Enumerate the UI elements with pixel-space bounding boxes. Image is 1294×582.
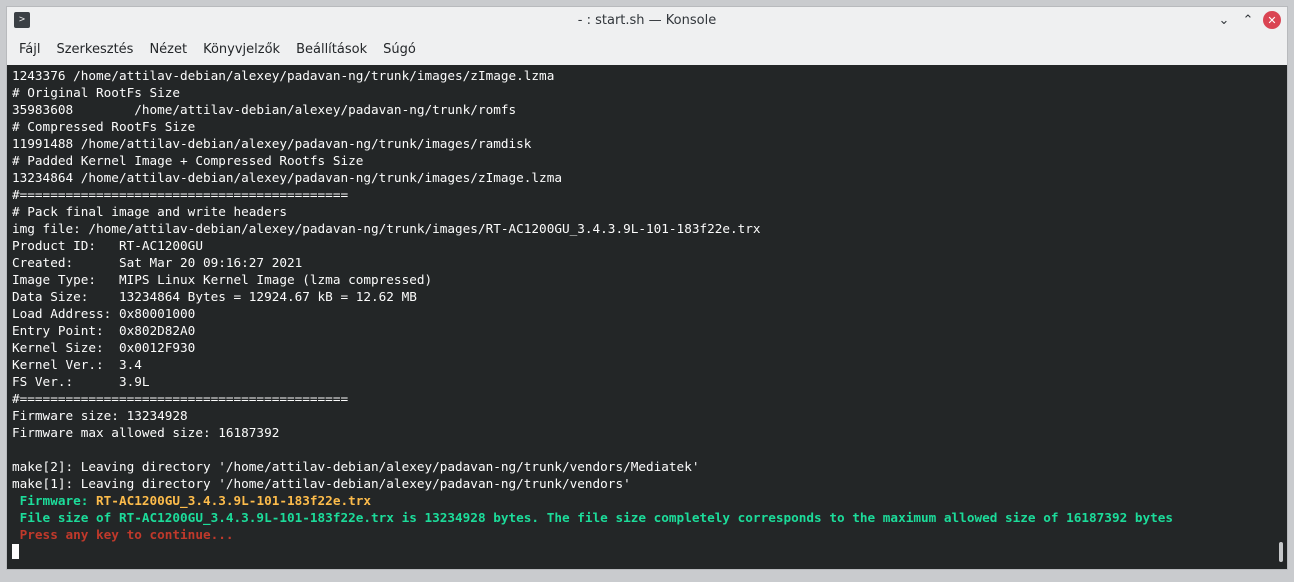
terminal-line: 1243376 /home/attilav-debian/alexey/pada… bbox=[12, 68, 555, 83]
terminal-line: FS Ver.: 3.9L bbox=[12, 374, 150, 389]
chevron-up-icon: ⌃ bbox=[1242, 12, 1254, 28]
terminal-output[interactable]: 1243376 /home/attilav-debian/alexey/pada… bbox=[7, 65, 1287, 569]
close-icon: ✕ bbox=[1267, 13, 1277, 27]
menu-settings[interactable]: Beállítások bbox=[288, 35, 375, 65]
terminal-line: make[2]: Leaving directory '/home/attila… bbox=[12, 459, 700, 474]
close-button[interactable]: ✕ bbox=[1263, 11, 1281, 29]
terminal-line: Entry Point: 0x802D82A0 bbox=[12, 323, 196, 338]
terminal-line: #=======================================… bbox=[12, 391, 349, 406]
terminal-line: # Padded Kernel Image + Compressed Rootf… bbox=[12, 153, 364, 168]
terminal-line: #=======================================… bbox=[12, 187, 349, 202]
menu-bar: Fájl Szerkesztés Nézet Könyvjelzők Beáll… bbox=[7, 35, 1287, 65]
terminal-line: 13234864 /home/attilav-debian/alexey/pad… bbox=[12, 170, 562, 185]
title-bar[interactable]: > - : start.sh — Konsole ⌄ ⌃ ✕ bbox=[7, 7, 1287, 35]
terminal-line: Firmware size: 13234928 bbox=[12, 408, 188, 423]
maximize-button[interactable]: ⌃ bbox=[1239, 11, 1257, 29]
firmware-filename: RT-AC1200GU_3.4.3.9L-101-183f22e.trx bbox=[96, 493, 372, 508]
menu-view[interactable]: Nézet bbox=[141, 35, 195, 65]
terminal-line: make[1]: Leaving directory '/home/attila… bbox=[12, 476, 631, 491]
window-controls: ⌄ ⌃ ✕ bbox=[1215, 11, 1281, 29]
terminal-line: 35983608 /home/attilav-debian/alexey/pad… bbox=[12, 102, 517, 117]
terminal-line: Data Size: 13234864 Bytes = 12924.67 kB … bbox=[12, 289, 417, 304]
cursor-line bbox=[12, 543, 1287, 560]
menu-file[interactable]: Fájl bbox=[11, 35, 48, 65]
terminal-line: Firmware max allowed size: 16187392 bbox=[12, 425, 280, 440]
terminal-line: img file: /home/attilav-debian/alexey/pa… bbox=[12, 221, 761, 236]
terminal-line: Created: Sat Mar 20 09:16:27 2021 bbox=[12, 255, 303, 270]
firmware-line: Firmware: RT-AC1200GU_3.4.3.9L-101-183f2… bbox=[12, 492, 1287, 509]
window-title: - : start.sh — Konsole bbox=[577, 13, 717, 28]
terminal-line: # Pack final image and write headers bbox=[12, 204, 287, 219]
menu-bookmarks[interactable]: Könyvjelzők bbox=[195, 35, 288, 65]
terminal-line: Image Type: MIPS Linux Kernel Image (lzm… bbox=[12, 272, 433, 287]
file-size-message: File size of RT-AC1200GU_3.4.3.9L-101-18… bbox=[12, 510, 1174, 525]
scrollbar-handle[interactable] bbox=[1279, 542, 1283, 562]
minimize-button[interactable]: ⌄ bbox=[1215, 11, 1233, 29]
terminal-line: Product ID: RT-AC1200GU bbox=[12, 238, 203, 253]
konsole-window: > - : start.sh — Konsole ⌄ ⌃ ✕ Fájl Szer… bbox=[6, 6, 1288, 570]
terminal-line: Kernel Size: 0x0012F930 bbox=[12, 340, 196, 355]
terminal-line: Kernel Ver.: 3.4 bbox=[12, 357, 142, 372]
menu-help[interactable]: Súgó bbox=[375, 35, 424, 65]
menu-edit[interactable]: Szerkesztés bbox=[48, 35, 141, 65]
terminal-line: # Original RootFs Size bbox=[12, 85, 181, 100]
terminal-line: Load Address: 0x80001000 bbox=[12, 306, 196, 321]
terminal-cursor bbox=[12, 544, 19, 559]
chevron-down-icon: ⌄ bbox=[1218, 12, 1230, 28]
terminal-line: 11991488 /home/attilav-debian/alexey/pad… bbox=[12, 136, 532, 151]
firmware-label: Firmware: bbox=[12, 493, 97, 508]
terminal-line: # Compressed RootFs Size bbox=[12, 119, 196, 134]
press-key-prompt: Press any key to continue... bbox=[12, 527, 234, 542]
